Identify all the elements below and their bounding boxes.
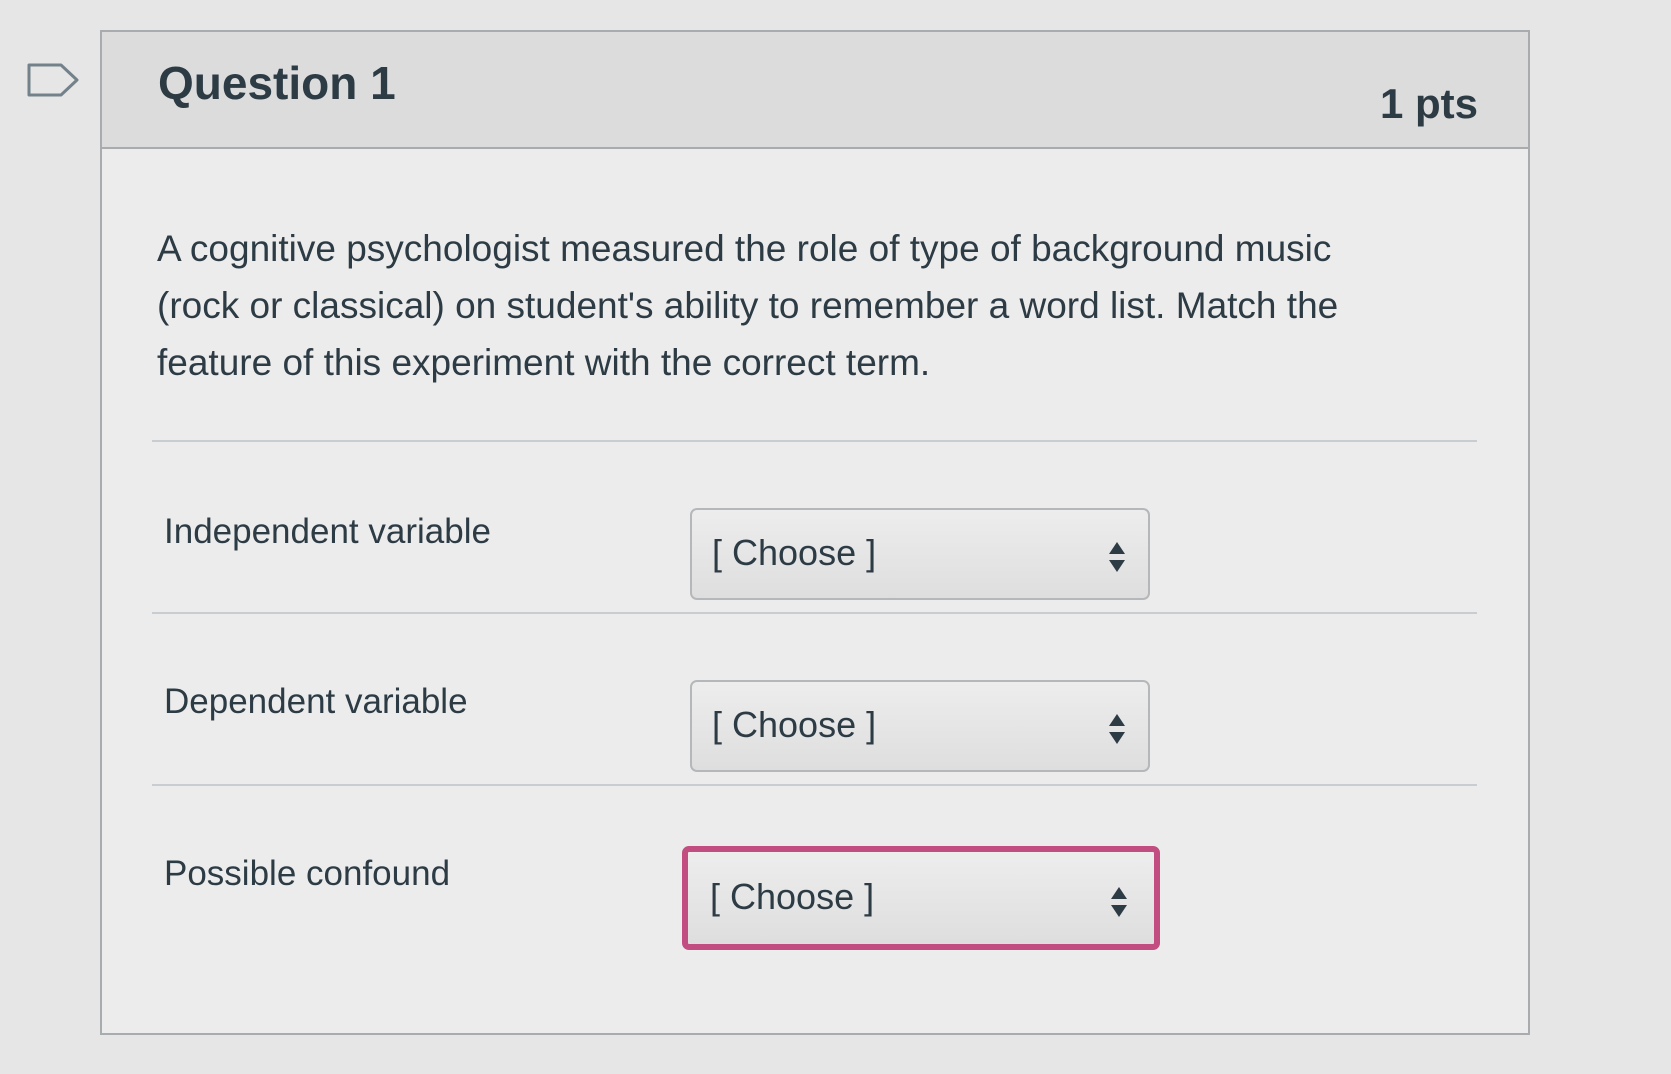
dependent-variable-select[interactable]: [ Choose ] <box>690 680 1150 772</box>
match-label-confound: Possible confound <box>164 854 451 893</box>
question-header: Question 1 1 pts <box>102 32 1528 149</box>
match-label-dependent: Dependent variable <box>164 682 468 721</box>
divider <box>152 784 1477 786</box>
divider <box>152 612 1477 614</box>
possible-confound-select[interactable]: [ Choose ] <box>682 846 1160 950</box>
up-down-arrows-icon <box>1109 542 1125 572</box>
question-title: Question 1 <box>158 57 396 109</box>
question-card: Question 1 1 pts A cognitive psychologis… <box>100 30 1530 1035</box>
match-label-independent: Independent variable <box>164 512 491 551</box>
up-down-arrows-icon <box>1111 887 1127 917</box>
question-text: A cognitive psychologist measured the ro… <box>157 228 1339 383</box>
select-value: [ Choose ] <box>712 704 877 745</box>
flag-question-icon[interactable] <box>27 63 79 97</box>
up-down-arrows-icon <box>1109 714 1125 744</box>
select-value: [ Choose ] <box>710 876 875 917</box>
divider <box>152 440 1477 442</box>
select-value: [ Choose ] <box>712 532 877 573</box>
question-points: 1 pts <box>1379 80 1478 127</box>
independent-variable-select[interactable]: [ Choose ] <box>690 508 1150 600</box>
